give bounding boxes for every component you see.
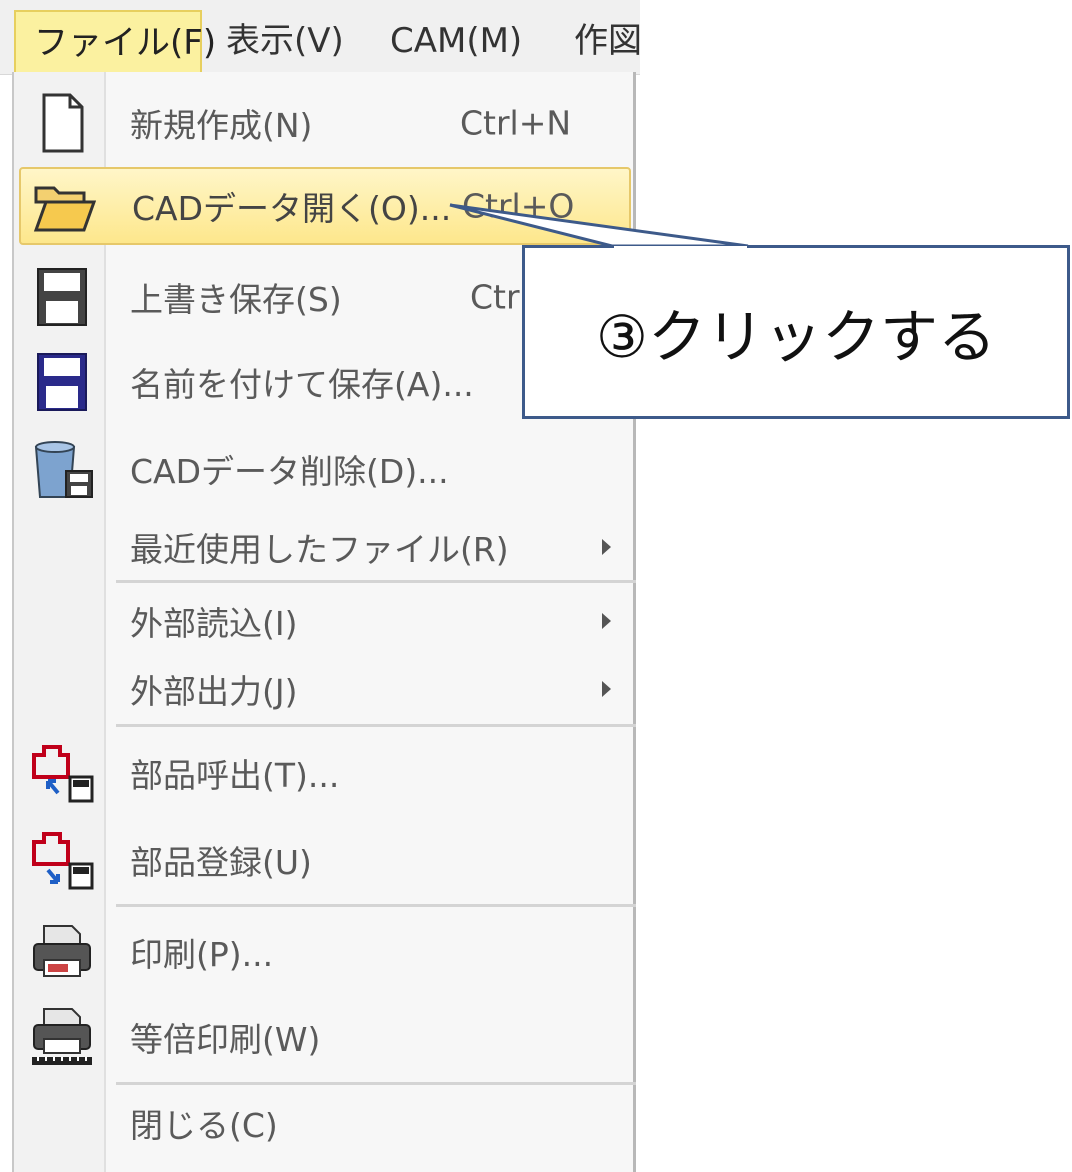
- menu-item-actual-size-print[interactable]: 等倍印刷(W): [14, 1002, 634, 1072]
- menu-item-label: CADデータ削除(D)...: [130, 452, 449, 491]
- menu-item-label: 外部出力(J): [130, 672, 298, 711]
- submenu-arrow-icon: [602, 681, 611, 697]
- menu-cam[interactable]: CAM(M): [390, 10, 522, 72]
- menu-item-recent-files[interactable]: 最近使用したファイル(R): [14, 512, 634, 582]
- menu-item-label: 外部読込(I): [130, 604, 298, 643]
- menu-separator: [116, 1082, 636, 1085]
- menu-item-label: 閉じる(C): [130, 1106, 278, 1145]
- instruction-callout: ③クリックする: [522, 245, 1070, 419]
- menu-item-label: 部品呼出(T)...: [130, 756, 340, 795]
- callout-seam: [614, 246, 747, 250]
- menu-separator: [116, 904, 636, 907]
- menu-draw[interactable]: 作図: [574, 10, 640, 72]
- menu-item-label: 名前を付けて保存(A)...: [130, 365, 474, 404]
- menu-item-load-part[interactable]: 部品呼出(T)...: [14, 738, 634, 808]
- shortcut-text: Ctrl+O: [462, 186, 575, 226]
- menu-separator: [116, 580, 636, 583]
- menu-file[interactable]: ファイル(F): [14, 10, 216, 72]
- menu-item-label: 上書き保存(S): [130, 280, 342, 319]
- menu-separator: [116, 724, 636, 727]
- menu-item-new[interactable]: 新規作成(N) Ctrl+N: [14, 88, 634, 158]
- file-dropdown-menu: 新規作成(N) Ctrl+N CADデータ開く(O)... Ctrl+O 上書き…: [12, 72, 636, 1172]
- submenu-arrow-icon: [602, 539, 611, 555]
- menu-item-label: 部品登録(U): [130, 843, 312, 882]
- shortcut-text: Ctrl+N: [460, 103, 572, 143]
- save-icon: [30, 265, 94, 329]
- actual-size-print-icon: [30, 1005, 94, 1069]
- new-file-icon: [30, 91, 94, 155]
- open-folder-icon: [32, 174, 97, 238]
- menu-bar: ファイル(F) 表示(V) CAM(M) 作図: [0, 0, 640, 75]
- delete-data-icon: [30, 437, 94, 501]
- save-as-icon: [30, 350, 94, 414]
- menu-item-label: 最近使用したファイル(R): [130, 530, 509, 569]
- menu-item-print[interactable]: 印刷(P)...: [14, 917, 634, 987]
- menu-item-close[interactable]: 閉じる(C): [14, 1088, 634, 1158]
- menu-view[interactable]: 表示(V): [226, 10, 344, 72]
- menu-item-label: 印刷(P)...: [130, 935, 274, 974]
- part-register-icon: [30, 828, 94, 892]
- part-load-icon: [30, 741, 94, 805]
- menu-item-open-cad-data[interactable]: CADデータ開く(O)... Ctrl+O: [19, 167, 631, 245]
- menu-item-label: 新規作成(N): [130, 106, 313, 145]
- menu-item-external-import[interactable]: 外部読込(I): [14, 588, 634, 654]
- menu-item-external-export[interactable]: 外部出力(J): [14, 656, 634, 722]
- menu-item-register-part[interactable]: 部品登録(U): [14, 825, 634, 895]
- shortcut-text: Ctrl: [470, 277, 529, 317]
- printer-icon: [30, 920, 94, 984]
- menu-item-label: CADデータ開く(O)...: [132, 189, 452, 228]
- callout-text: ③クリックする: [596, 303, 996, 371]
- submenu-arrow-icon: [602, 613, 611, 629]
- menu-item-label: 等倍印刷(W): [130, 1020, 321, 1059]
- menu-item-delete-cad-data[interactable]: CADデータ削除(D)...: [14, 434, 634, 504]
